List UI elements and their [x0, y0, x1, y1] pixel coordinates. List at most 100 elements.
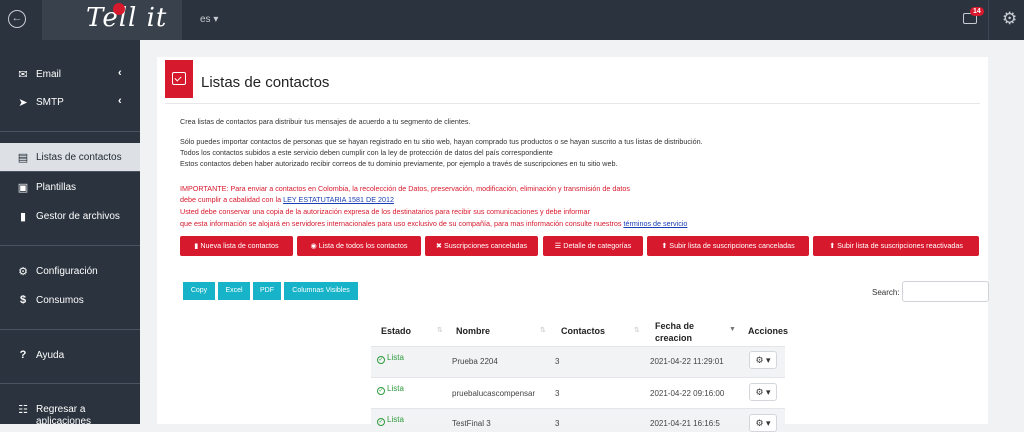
- row-actions-button[interactable]: ⚙ ▾: [749, 414, 777, 432]
- sort-desc-icon: ▼: [729, 326, 736, 333]
- new-list-button[interactable]: ▮ Nueva lista de contactos: [180, 236, 293, 256]
- button-label: Lista de todos los contactos: [318, 241, 408, 250]
- cancelled-subs-button[interactable]: ✖ Suscripciones canceladas: [425, 236, 538, 256]
- messages-badge: 14: [970, 7, 984, 16]
- dollar-icon: $: [19, 294, 27, 306]
- sidebar-item-consumos[interactable]: $ Consumos: [0, 286, 140, 314]
- language-dropdown[interactable]: es ▾: [200, 14, 218, 25]
- sidebar: ✉ Email ‹ ➤ SMTP ‹ ▤ Listas de contactos…: [0, 40, 140, 425]
- status-cell: ✓ Lista: [377, 415, 404, 426]
- warning-prefix: que esta información se alojará en servi…: [180, 219, 624, 228]
- sidebar-item-label: Regresar a aplicaciones: [36, 404, 92, 425]
- column-header-fecha[interactable]: Fecha de creacion: [655, 320, 694, 344]
- ley-link[interactable]: LEY ESTATUTARIA 1581 DE 2012: [283, 195, 394, 204]
- category-detail-button[interactable]: ☰ Detalle de categorías: [543, 236, 643, 256]
- sidebar-item-plantillas[interactable]: ▣ Plantillas: [0, 173, 140, 201]
- check-circle-icon: ✓: [377, 356, 385, 364]
- check-circle-icon: ✓: [377, 387, 385, 395]
- sidebar-item-smtp[interactable]: ➤ SMTP ‹: [0, 88, 140, 116]
- warning-text-1: IMPORTANTE: Para enviar a contactos en C…: [180, 184, 630, 193]
- excel-button[interactable]: Excel: [218, 282, 250, 300]
- sidebar-item-ayuda[interactable]: ? Ayuda: [0, 341, 140, 369]
- header-line: creacion: [655, 333, 693, 343]
- terms-link[interactable]: términos de servicio: [623, 219, 687, 228]
- sidebar-item-listas[interactable]: ▤ Listas de contactos: [0, 143, 140, 171]
- column-visibility-button[interactable]: Columnas Visibles: [284, 282, 358, 300]
- info-text-2: Todos los contactos subidos a este servi…: [180, 148, 553, 157]
- sidebar-divider: [0, 131, 140, 132]
- sidebar-item-label: Configuración: [36, 266, 98, 277]
- upload-reactivated-button[interactable]: ⬆ Subir lista de suscripciones reactivad…: [813, 236, 979, 256]
- sidebar-item-label: Consumos: [36, 295, 84, 306]
- sidebar-item-label: SMTP: [36, 97, 64, 108]
- book-icon: ▤: [17, 152, 29, 164]
- check-circle-icon: ✓: [377, 418, 385, 426]
- row-actions-button[interactable]: ⚙ ▾: [749, 351, 777, 369]
- copy-button[interactable]: Copy: [183, 282, 215, 300]
- row-actions-button[interactable]: ⚙ ▾: [749, 383, 777, 401]
- sidebar-item-label: Listas de contactos: [36, 152, 122, 163]
- back-circle-icon[interactable]: ←: [8, 10, 26, 28]
- document-icon: ▣: [17, 182, 29, 194]
- question-icon: ?: [19, 349, 27, 361]
- sort-icon: ⇅: [540, 327, 546, 334]
- date-cell: 2021-04-22 09:16:00: [650, 389, 725, 398]
- sidebar-divider: [0, 245, 140, 246]
- warning-text-4: que esta información se alojará en servi…: [180, 219, 687, 228]
- sort-icon: ⇅: [634, 327, 640, 334]
- sidebar-item-email[interactable]: ✉ Email ‹: [0, 60, 140, 88]
- warning-text-2: debe cumplir a cabalidad con la LEY ESTA…: [180, 195, 394, 204]
- status-cell: ✓ Lista: [377, 353, 404, 364]
- contacts-cell: 3: [555, 357, 560, 366]
- logo-area[interactable]: Tell it: [42, 0, 182, 40]
- sidebar-item-regresar[interactable]: ☷ Regresar a aplicaciones: [0, 395, 140, 425]
- pdf-button[interactable]: PDF: [253, 282, 281, 300]
- rocket-icon: ➤: [18, 97, 28, 109]
- envelope-icon: ✉: [18, 69, 28, 81]
- status-label: Lista: [387, 353, 404, 362]
- sidebar-item-label: Gestor de archivos: [36, 211, 120, 222]
- table-row: [371, 409, 785, 424]
- sidebar-divider: [0, 171, 140, 172]
- chevron-left-icon: ‹: [118, 95, 122, 107]
- search-input[interactable]: [902, 281, 989, 302]
- button-label: Detalle de categorías: [563, 241, 632, 250]
- all-contacts-button[interactable]: ◉ Lista de todos los contactos: [297, 236, 421, 256]
- warning-prefix: debe cumplir a cabalidad con la: [180, 195, 284, 204]
- sidebar-item-gestor[interactable]: ▮ Gestor de archivos: [0, 202, 140, 230]
- warning-text-3: Usted debe conservar una copia de la aut…: [180, 207, 590, 216]
- sidebar-item-configuracion[interactable]: ⚙ Configuración: [0, 257, 140, 285]
- date-cell: 2021-04-22 11:29:01: [650, 357, 724, 366]
- calendar-check-icon: [165, 60, 193, 98]
- info-text-3: Estos contactos deben haber autorizado r…: [180, 159, 618, 168]
- button-label: Subir lista de suscripciones canceladas: [669, 241, 795, 250]
- title-divider: [165, 103, 980, 104]
- upload-cancelled-button[interactable]: ⬆ Subir lista de suscripciones cancelada…: [647, 236, 809, 256]
- top-bar: ← Tell it es ▾ 14 ⚙: [0, 0, 1024, 40]
- page-title: Listas de contactos: [201, 74, 330, 91]
- sort-icon: ⇅: [437, 327, 443, 334]
- sidebar-item-label: Ayuda: [36, 350, 65, 361]
- status-label: Lista: [387, 384, 404, 393]
- file-icon: ▮: [19, 211, 27, 223]
- header-line: Fecha de: [655, 321, 695, 331]
- button-label: Suscripciones canceladas: [443, 241, 528, 250]
- settings-gear-icon[interactable]: ⚙: [1002, 9, 1017, 29]
- sidebar-divider: [0, 329, 140, 330]
- chevron-left-icon: ‹: [118, 67, 122, 79]
- sidebar-item-label: Email: [36, 69, 62, 80]
- status-label: Lista: [387, 415, 404, 424]
- search-label: Search:: [872, 288, 900, 297]
- grid-icon: ☷: [18, 404, 28, 416]
- gear-icon: ⚙: [18, 266, 28, 278]
- topbar-divider: [988, 0, 989, 40]
- name-cell: Prueba 2204: [452, 357, 498, 366]
- intro-text: Crea listas de contactos para distribuir…: [180, 117, 471, 126]
- contacts-cell: 3: [555, 389, 560, 398]
- button-label: Subir lista de suscripciones reactivadas: [837, 241, 963, 250]
- status-cell: ✓ Lista: [377, 384, 404, 395]
- logo: Tell it: [86, 3, 168, 33]
- button-label: Nueva lista de contactos: [200, 241, 279, 250]
- sidebar-divider: [0, 383, 140, 384]
- sidebar-item-label: Plantillas: [36, 182, 77, 193]
